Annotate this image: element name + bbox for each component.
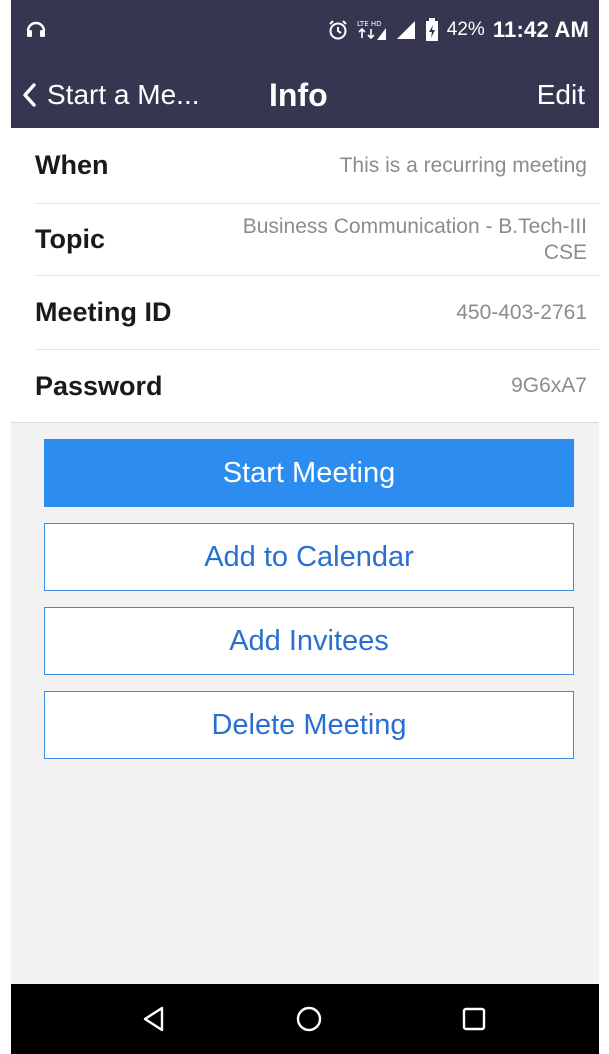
- alarm-icon: [329, 20, 347, 40]
- status-icons: LTE HD 42% 11:42 AM: [327, 14, 589, 46]
- topic-label: Topic: [35, 224, 105, 254]
- info-row-meeting-id: Meeting ID 450-403-2761: [35, 276, 599, 350]
- start-meeting-button[interactable]: Start Meeting: [44, 439, 574, 507]
- nav-bar: Start a Me... Info Edit: [11, 62, 599, 128]
- chevron-left-icon: [23, 83, 36, 107]
- phone-screen: LTE HD 42% 11:42 AM Start a Me... Info E…: [11, 0, 599, 1054]
- edit-button[interactable]: Edit: [537, 62, 585, 128]
- add-invitees-button[interactable]: Add Invitees: [44, 607, 574, 675]
- lte-badge-text: LTE HD: [357, 20, 382, 28]
- password-value: 9G6xA7: [511, 374, 587, 397]
- info-row-password: Password 9G6xA7: [35, 350, 599, 422]
- when-value: This is a recurring meeting: [339, 153, 587, 177]
- status-bar: LTE HD 42% 11:42 AM: [11, 0, 599, 62]
- add-to-calendar-button[interactable]: Add to Calendar: [44, 523, 574, 591]
- clock: 11:42 AM: [492, 17, 589, 42]
- meeting-info-list: When This is a recurring meeting Topic B…: [11, 128, 599, 423]
- password-label: Password: [35, 370, 163, 401]
- meeting-id-label: Meeting ID: [35, 297, 172, 327]
- info-row-when: When This is a recurring meeting: [35, 128, 599, 204]
- lte-signal-icon: LTE HD: [357, 20, 386, 40]
- headset-icon: [26, 21, 46, 37]
- back-button[interactable]: Start a Me...: [21, 62, 200, 128]
- battery-percent: 42%: [446, 19, 485, 40]
- topic-value-line2: CSE: [543, 240, 587, 264]
- page-title: Info: [269, 76, 328, 113]
- meeting-id-value: 450-403-2761: [456, 300, 587, 324]
- topic-value-line1: Business Communication - B.Tech-III: [242, 214, 587, 238]
- back-triangle-icon[interactable]: [139, 1004, 169, 1034]
- signal-icon: [396, 21, 415, 39]
- system-nav-bar: [11, 984, 599, 1054]
- delete-meeting-button[interactable]: Delete Meeting: [44, 691, 574, 759]
- when-label: When: [35, 150, 109, 180]
- battery-icon: [425, 18, 438, 41]
- screen: LTE HD 42% 11:42 AM Start a Me... Info E…: [0, 0, 609, 1054]
- info-row-topic: Topic Business Communication - B.Tech-II…: [35, 204, 599, 276]
- back-label: Start a Me...: [47, 79, 200, 110]
- recent-apps-icon[interactable]: [459, 1004, 489, 1034]
- topic-value: Business Communication - B.Tech-III CSE: [147, 214, 587, 266]
- home-circle-icon[interactable]: [294, 1004, 324, 1034]
